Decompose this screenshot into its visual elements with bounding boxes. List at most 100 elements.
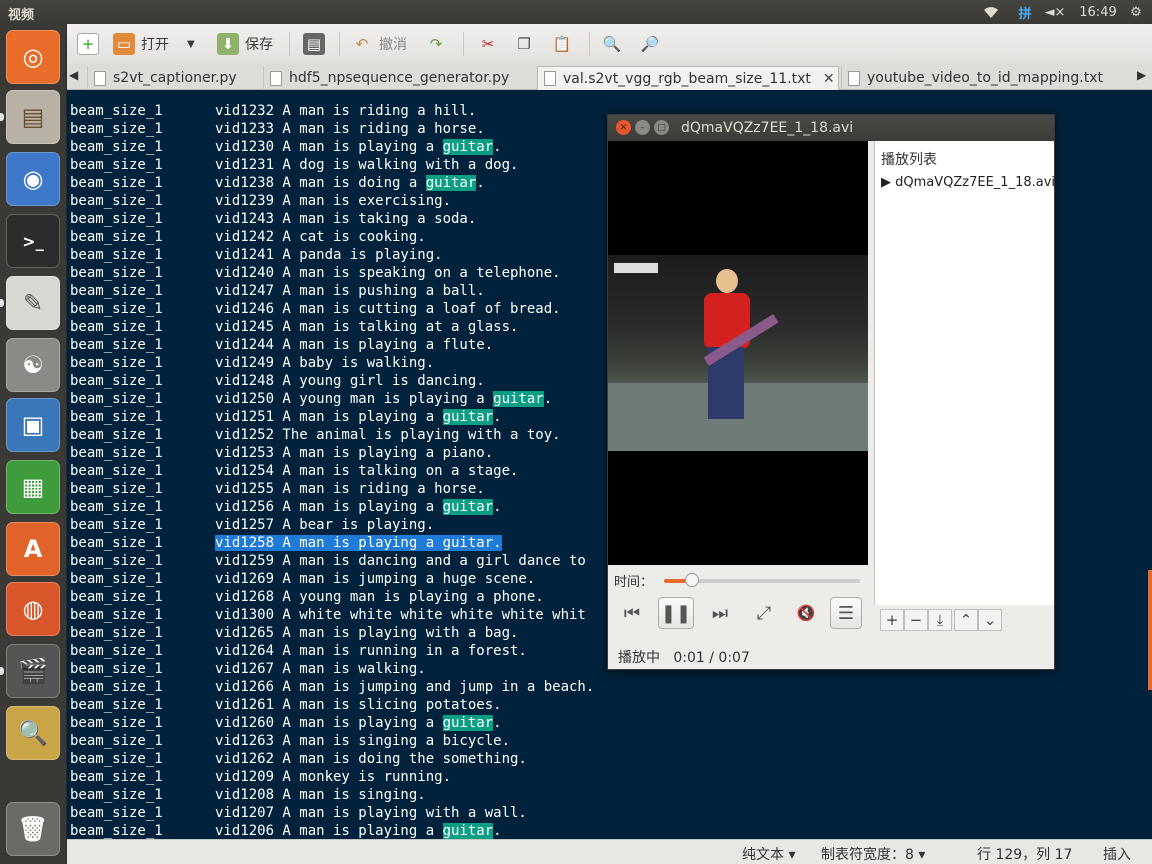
line-text: vid1263 A man is singing a bicycle. [215, 733, 511, 749]
vertical-scrollbar[interactable] [1147, 90, 1152, 839]
chrome-icon[interactable]: ◉ [6, 152, 60, 206]
tab-youtube-mapping[interactable]: youtube_video_to_id_mapping.txt [841, 66, 1127, 90]
line-text: vid1253 A man is playing a piano. [215, 445, 494, 461]
volume-muted-icon[interactable]: ◄× [1044, 2, 1066, 22]
clock[interactable]: 16:49 [1078, 2, 1118, 22]
playlist-toggle-button[interactable]: ☰ [830, 597, 862, 629]
text-line: beam_size_1 vid1260 A man is playing a gu… [70, 714, 502, 732]
text-line: beam_size_1 vid1207 A man is playing with… [70, 804, 527, 822]
image-viewer-icon[interactable]: 🔍 [6, 706, 60, 760]
line-label: beam_size_1 [70, 499, 163, 515]
playlist-add-button[interactable]: + [880, 609, 904, 631]
paste-button[interactable]: 📋 [551, 30, 579, 58]
statusbar: 纯文本 ▾ 制表符宽度：8 ▾ 行 129，列 17 插入 [67, 839, 1152, 864]
line-label: beam_size_1 [70, 301, 163, 317]
fullscreen-button[interactable]: ⤢ [746, 597, 782, 629]
line-text: vid1240 A man is speaking on a telephone… [215, 265, 561, 281]
find-button[interactable]: 🔍 [601, 30, 629, 58]
gnome-tweak-icon[interactable]: ☯ [6, 338, 60, 392]
tab-scroll-right-icon[interactable]: ▶ [1137, 68, 1146, 82]
libreoffice-impress-icon[interactable]: ▣ [6, 398, 60, 452]
cut-button[interactable]: ✂ [477, 30, 505, 58]
syntax-mode-label: 纯文本 [742, 847, 784, 863]
firefox-icon[interactable]: ◍ [6, 582, 60, 636]
folder-icon: ▭ [113, 33, 135, 55]
wifi-icon[interactable] [980, 2, 1002, 22]
seek-slider[interactable] [664, 573, 860, 587]
line-text: vid1265 A man is playing with a bag. [215, 625, 519, 641]
tab-label: val.s2vt_vgg_rgb_beam_size_11.txt [563, 70, 811, 87]
syntax-mode-selector[interactable]: 纯文本 ▾ [742, 844, 795, 864]
tab-s2vt-captioner[interactable]: s2vt_captioner.py [87, 66, 263, 90]
terminal-icon[interactable]: >_ [6, 214, 60, 268]
redo-button[interactable]: ↷ [425, 30, 453, 58]
player-title: dQmaVQZz7EE_1_18.avi [681, 120, 854, 136]
tab-width-selector[interactable]: 制表符宽度：8 ▾ [821, 844, 925, 864]
playlist-remove-button[interactable]: − [904, 609, 928, 631]
line-tail: . [476, 175, 485, 191]
line-text: vid1252 The animal is playing with a toy… [215, 427, 561, 443]
save-button[interactable]: ⬇ 保存 [217, 30, 273, 58]
tab-bar: ◀ s2vt_captioner.py hdf5_npsequence_gene… [67, 64, 1152, 90]
new-document-button[interactable]: + [77, 30, 105, 58]
line-text: vid1264 A man is running in a forest. [215, 643, 527, 659]
next-button[interactable]: ⏭ [702, 597, 738, 629]
playlist-item-label: dQmaVQZz7EE_1_18.avi [895, 175, 1056, 190]
open-button[interactable]: ▭ 打开 [113, 30, 169, 58]
seek-handle[interactable] [685, 573, 700, 587]
scrollbar-thumb[interactable] [1148, 570, 1152, 690]
line-label: beam_size_1 [70, 751, 163, 767]
open-dropdown-button[interactable]: ▼ [187, 30, 195, 58]
line-label: beam_size_1 [70, 571, 163, 587]
libreoffice-calc-icon[interactable]: ▦ [6, 460, 60, 514]
playlist-move-up-button[interactable]: ⌃ [954, 609, 978, 631]
line-label: beam_size_1 [70, 229, 163, 245]
tab-scroll-left-icon[interactable]: ◀ [69, 68, 78, 82]
line-label: beam_size_1 [70, 391, 163, 407]
video-area[interactable] [608, 141, 868, 565]
cursor-position: 行 129，列 17 [977, 847, 1073, 863]
text-line: beam_size_1 vid1256 A man is playing a gu… [70, 498, 502, 516]
playlist-panel: 播放列表 ▶ dQmaVQZz7EE_1_18.avi [874, 141, 1055, 605]
video-player-icon[interactable]: 🎬 [6, 644, 60, 698]
line-tail: . [493, 823, 502, 839]
line-text: vid1249 A baby is walking. [215, 355, 435, 371]
text-line: beam_size_1 vid1240 A man is speaking on … [70, 264, 561, 282]
playlist-move-down-button[interactable]: ⌄ [978, 609, 1002, 631]
input-method-icon[interactable]: 拼 [1014, 2, 1036, 22]
text-editor-icon[interactable]: ✎ [6, 276, 60, 330]
gear-icon[interactable]: ⚙ [1126, 2, 1146, 22]
minimize-window-icon[interactable]: – [635, 120, 650, 135]
replace-button[interactable]: 🔎 [639, 30, 667, 58]
print-button[interactable]: ▤ [303, 30, 331, 58]
line-label: beam_size_1 [70, 121, 163, 137]
line-text: vid1246 A man is cutting a loaf of bread… [215, 301, 561, 317]
line-text: vid1230 A man is playing a [215, 139, 443, 155]
line-label: beam_size_1 [70, 139, 163, 155]
line-label: beam_size_1 [70, 355, 163, 371]
player-titlebar: ✕ – □ dQmaVQZz7EE_1_18.avi [608, 115, 1054, 141]
tab-val-beam-size[interactable]: val.s2vt_vgg_rgb_beam_size_11.txt ✕ [537, 66, 839, 90]
copy-button[interactable]: ❐ [513, 30, 541, 58]
previous-button[interactable]: ⏮ [614, 597, 650, 629]
playlist-save-button[interactable]: ⤓ [928, 609, 952, 631]
tab-hdf5-generator[interactable]: hdf5_npsequence_generator.py [263, 66, 535, 90]
software-center-icon[interactable]: A [6, 522, 60, 576]
search-match: guitar [442, 715, 494, 731]
trash-icon[interactable]: 🗑 [6, 802, 60, 856]
pause-button[interactable]: ❚❚ [658, 597, 694, 629]
paste-icon: 📋 [552, 35, 572, 53]
maximize-window-icon[interactable]: □ [654, 120, 669, 135]
text-line: beam_size_1 vid1239 A man is exercising. [70, 192, 451, 210]
files-icon[interactable]: ▤ [6, 90, 60, 144]
playlist-item[interactable]: ▶ dQmaVQZz7EE_1_18.avi [881, 175, 1055, 190]
close-window-icon[interactable]: ✕ [616, 120, 631, 135]
undo-button[interactable]: ↶ 撤消 [351, 30, 407, 58]
ubuntu-dash-icon[interactable]: ◎ [6, 30, 60, 84]
text-line: beam_size_1 vid1262 A man is doing the so… [70, 750, 527, 768]
save-label: 保存 [245, 37, 273, 53]
video-player-window: ✕ – □ dQmaVQZz7EE_1_18.avi 播放列表 ▶ dQmaVQ… [607, 114, 1055, 670]
line-text: vid1244 A man is playing a flute. [215, 337, 494, 353]
close-tab-icon[interactable]: ✕ [823, 71, 835, 87]
mute-button[interactable]: 🔇 [788, 597, 824, 629]
